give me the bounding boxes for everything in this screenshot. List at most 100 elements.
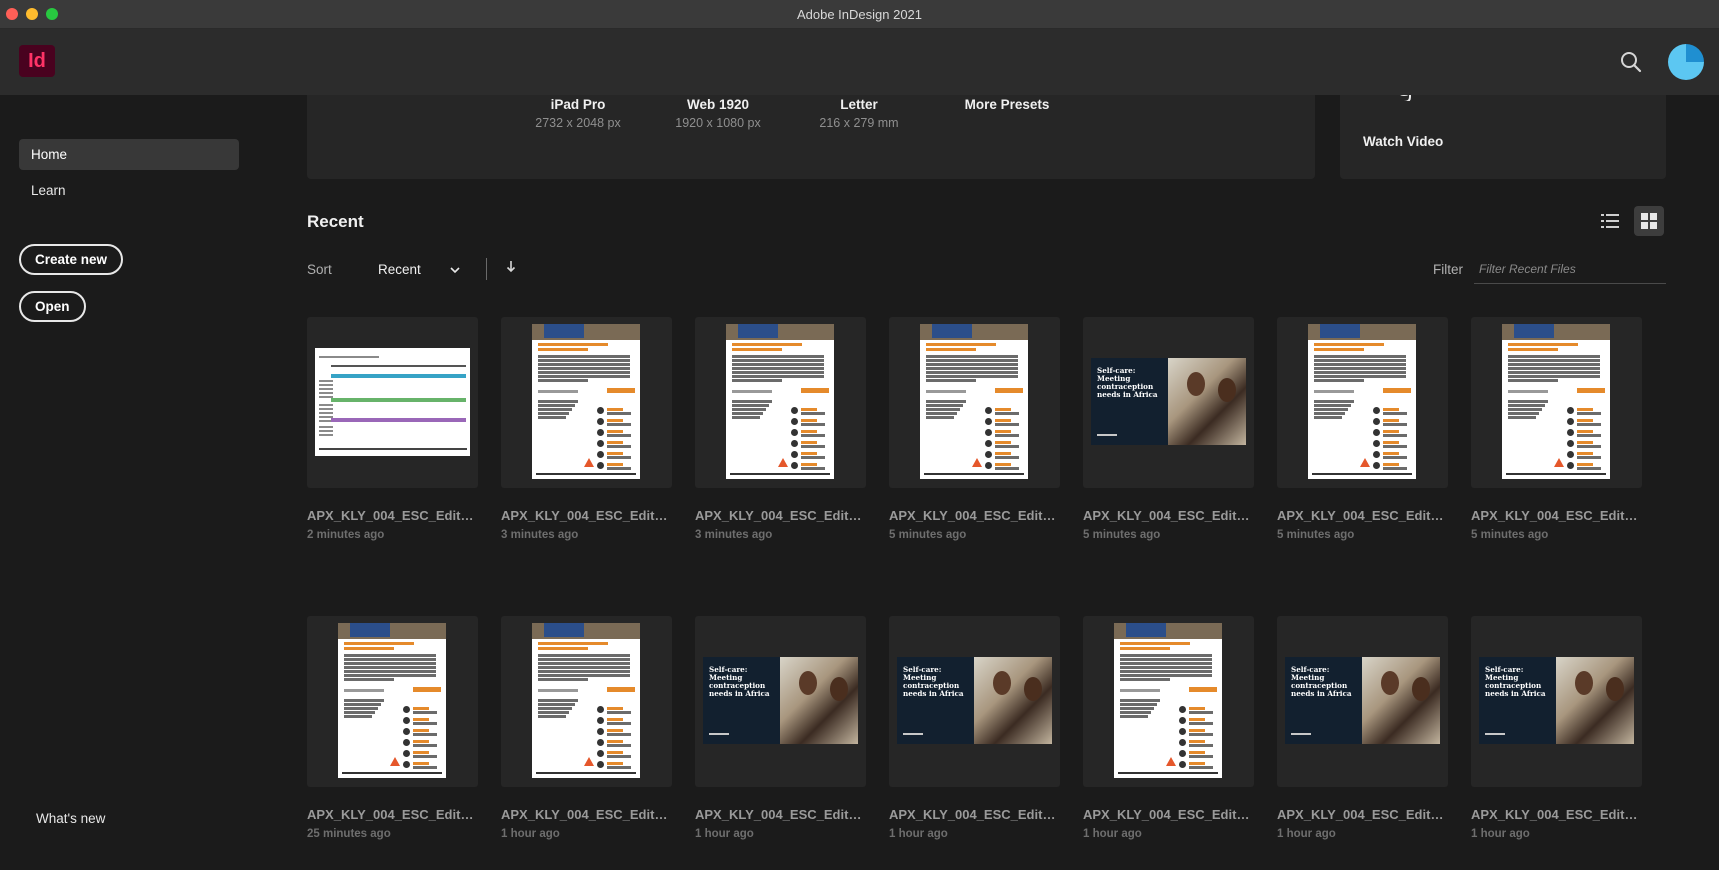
slide-preview: Self-care: Meeting contraception needs i… xyxy=(1091,358,1246,445)
recent-file-tile[interactable]: Self-care: Meeting contraception needs i… xyxy=(889,616,1060,840)
preset-name: iPad Pro xyxy=(550,97,606,112)
file-thumbnail[interactable] xyxy=(1083,616,1254,787)
preset-letter[interactable]: Letter 216 x 279 mm xyxy=(811,95,907,130)
file-thumbnail[interactable]: Self-care: Meeting contraception needs i… xyxy=(695,616,866,787)
preset-name: Web 1920 xyxy=(686,97,750,112)
sort-direction-icon[interactable] xyxy=(505,260,517,274)
file-modified-time: 5 minutes ago xyxy=(1083,529,1161,541)
search-icon xyxy=(1621,52,1642,73)
file-thumbnail[interactable]: Self-care: Meeting contraception needs i… xyxy=(1277,616,1448,787)
file-name: APX_KLY_004_ESC_Edited... xyxy=(1471,807,1642,822)
file-modified-time: 1 hour ago xyxy=(695,828,754,840)
file-thumbnail[interactable] xyxy=(695,317,866,488)
file-name: APX_KLY_004_ESC_Edited... xyxy=(501,807,672,822)
filter-recent-files-input[interactable] xyxy=(1474,254,1666,284)
file-name: APX_KLY_004_ESC_Edited... xyxy=(1471,508,1642,523)
sidebar: Home Learn Create new Open xyxy=(0,95,260,870)
document-preview xyxy=(1114,623,1222,778)
sort-divider xyxy=(486,258,487,280)
app-header: Id xyxy=(0,29,1719,95)
file-thumbnail[interactable]: Self-care: Meeting contraception needs i… xyxy=(889,616,1060,787)
window-controls xyxy=(6,8,58,20)
preset-ipad-pro[interactable]: iPad Pro 2732 x 2048 px xyxy=(530,95,626,130)
window-title: Adobe InDesign 2021 xyxy=(796,6,923,22)
slide-preview: Self-care: Meeting contraception needs i… xyxy=(1285,657,1440,744)
create-new-button[interactable]: Create new xyxy=(19,244,124,275)
sort-label: Sort xyxy=(307,262,332,277)
search-button[interactable] xyxy=(1618,49,1644,75)
preset-web-1920[interactable]: Web 1920 1920 x 1080 px xyxy=(670,95,766,130)
recent-file-tile[interactable]: APX_KLY_004_ESC_Edited... 5 minutes ago xyxy=(889,317,1060,541)
recent-file-tile[interactable]: APX_KLY_004_ESC_Edited... 3 minutes ago xyxy=(695,317,866,541)
preset-size: 1920 x 1080 px xyxy=(675,116,761,130)
slide-preview: Self-care: Meeting contraception needs i… xyxy=(897,657,1052,744)
recent-file-tile[interactable]: APX_KLY_004_ESC_Edited... 5 minutes ago xyxy=(1471,317,1642,541)
grid-view-button[interactable] xyxy=(1634,206,1664,236)
file-modified-time: 1 hour ago xyxy=(889,828,948,840)
file-thumbnail[interactable] xyxy=(1471,317,1642,488)
partial-heading-glyph xyxy=(1400,95,1411,101)
user-avatar[interactable] xyxy=(1668,44,1704,80)
file-modified-time: 1 hour ago xyxy=(501,828,560,840)
slide-title-text: Self-care: Meeting contraception needs i… xyxy=(903,665,964,698)
file-thumbnail[interactable] xyxy=(501,616,672,787)
sidebar-item-home[interactable]: Home xyxy=(19,139,239,170)
file-modified-time: 1 hour ago xyxy=(1277,828,1336,840)
recent-file-tile[interactable]: Self-care: Meeting contraception needs i… xyxy=(1277,616,1448,840)
file-modified-time: 5 minutes ago xyxy=(889,529,967,541)
file-name: APX_KLY_004_ESC_Edited... xyxy=(1277,508,1448,523)
sidebar-item-learn[interactable]: Learn xyxy=(19,175,239,206)
more-presets-button[interactable]: More Presets xyxy=(950,95,1064,112)
maximize-window-button[interactable] xyxy=(46,8,58,20)
file-modified-time: 5 minutes ago xyxy=(1277,529,1355,541)
slide-title-text: Self-care: Meeting contraception needs i… xyxy=(1485,665,1546,698)
file-thumbnail[interactable]: Self-care: Meeting contraception needs i… xyxy=(1083,317,1254,488)
preset-name: Letter xyxy=(840,97,878,112)
video-panel: Watch Video xyxy=(1340,95,1666,179)
file-thumbnail[interactable] xyxy=(307,317,478,488)
slide-title-text: Self-care: Meeting contraception needs i… xyxy=(1291,665,1352,698)
file-thumbnail[interactable] xyxy=(889,317,1060,488)
recent-file-tile[interactable]: APX_KLY_004_ESC_Edited... 3 minutes ago xyxy=(501,317,672,541)
recent-file-tile[interactable]: APX_KLY_004_ESC_Edited... 2 minutes ago xyxy=(307,317,478,541)
recent-file-tile[interactable]: Self-care: Meeting contraception needs i… xyxy=(695,616,866,840)
sidebar-item-label: Learn xyxy=(31,183,66,198)
watch-video-link[interactable]: Watch Video xyxy=(1363,134,1443,149)
file-modified-time: 3 minutes ago xyxy=(501,529,579,541)
recent-title: Recent xyxy=(307,212,364,231)
preset-size: 2732 x 2048 px xyxy=(535,116,621,130)
document-preview xyxy=(920,324,1028,479)
sidebar-item-label: Home xyxy=(31,147,68,162)
file-modified-time: 3 minutes ago xyxy=(695,529,773,541)
slide-preview: Self-care: Meeting contraception needs i… xyxy=(1479,657,1634,744)
recent-file-tile[interactable]: Self-care: Meeting contraception needs i… xyxy=(1471,616,1642,840)
window-titlebar: Adobe InDesign 2021 xyxy=(0,0,1719,29)
recent-file-tile[interactable]: APX_KLY_004_ESC_Edited... 25 minutes ago xyxy=(307,616,478,840)
file-name: APX_KLY_004_ESC_Edited... xyxy=(695,508,866,523)
file-thumbnail[interactable] xyxy=(501,317,672,488)
recent-file-tile[interactable]: APX_KLY_004_ESC_Edited... 1 hour ago xyxy=(501,616,672,840)
grid-view-icon xyxy=(1641,213,1657,229)
recent-file-tile[interactable]: APX_KLY_004_ESC_Edited... 1 hour ago xyxy=(1083,616,1254,840)
file-name: APX_KLY_004_ESC_Edited... xyxy=(1083,508,1254,523)
file-name: APX_KLY_004_ESC_Edited... xyxy=(1083,807,1254,822)
chevron-down-icon[interactable] xyxy=(449,265,461,275)
file-name: APX_KLY_004_ESC_Edited... xyxy=(307,807,478,822)
recent-file-tile[interactable]: APX_KLY_004_ESC_Edited... 5 minutes ago xyxy=(1277,317,1448,541)
file-name: APX_KLY_004_ESC_Edited... xyxy=(889,508,1060,523)
filter-label: Filter xyxy=(1433,262,1463,277)
file-modified-time: 25 minutes ago xyxy=(307,828,391,840)
close-window-button[interactable] xyxy=(6,8,18,20)
open-button[interactable]: Open xyxy=(19,291,86,322)
slide-preview: Self-care: Meeting contraception needs i… xyxy=(703,657,858,744)
whats-new-link[interactable]: What's new xyxy=(36,811,105,826)
list-view-button[interactable] xyxy=(1596,207,1624,235)
file-thumbnail[interactable] xyxy=(1277,317,1448,488)
indesign-logo: Id xyxy=(19,45,55,77)
minimize-window-button[interactable] xyxy=(26,8,38,20)
file-thumbnail[interactable]: Self-care: Meeting contraception needs i… xyxy=(1471,616,1642,787)
file-thumbnail[interactable] xyxy=(307,616,478,787)
recent-file-tile[interactable]: Self-care: Meeting contraception needs i… xyxy=(1083,317,1254,541)
file-name: APX_KLY_004_ESC_Edited... xyxy=(307,508,478,523)
file-name: APX_KLY_004_ESC_Edited... xyxy=(1277,807,1448,822)
